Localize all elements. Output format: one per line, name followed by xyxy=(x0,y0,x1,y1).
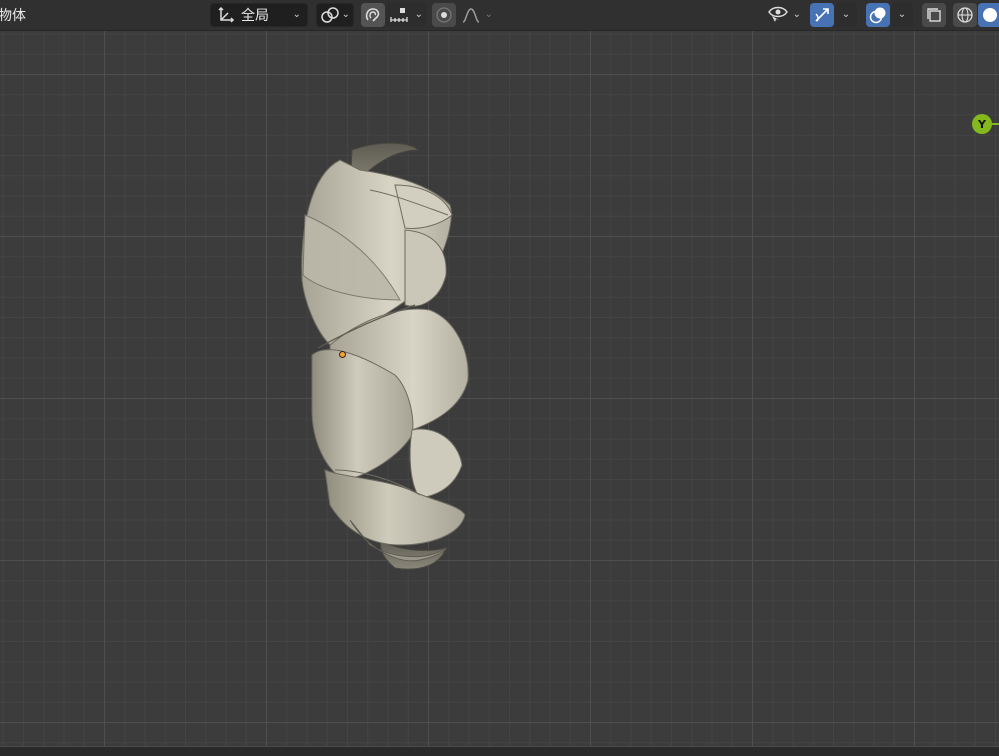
chevron-down-icon: ⌄ xyxy=(841,9,851,20)
proportional-edit-icon xyxy=(435,6,453,24)
wireframe-shading-button[interactable] xyxy=(953,3,977,27)
chevron-down-icon: ⌄ xyxy=(897,9,907,20)
gizmo-dropdown[interactable]: ⌄ xyxy=(835,3,857,27)
y-axis-label: Y xyxy=(978,117,986,131)
falloff-dropdown[interactable]: ⌄ xyxy=(458,3,496,27)
eye-visibility-icon xyxy=(767,6,789,24)
chevron-down-icon: ⌄ xyxy=(341,9,350,20)
y-axis-line xyxy=(991,123,999,125)
falloff-curve-icon xyxy=(461,6,481,24)
overlay-circles-icon xyxy=(869,6,887,24)
spiral-shell-object[interactable] xyxy=(0,30,999,755)
chevron-down-icon: ⌄ xyxy=(292,9,301,20)
overlay-toggle[interactable] xyxy=(866,3,890,27)
xray-toggle[interactable] xyxy=(922,3,946,27)
solid-shading-icon xyxy=(981,7,997,23)
mode-label[interactable]: 物体 xyxy=(0,3,26,27)
snap-magnet-icon xyxy=(364,6,382,24)
link-pivot-icon xyxy=(320,6,340,24)
gizmo-arrows-icon xyxy=(813,6,831,24)
transform-orientation-dropdown[interactable]: 全局 ⌄ xyxy=(210,3,308,27)
transform-orientation-value: 全局 xyxy=(241,8,269,24)
snap-increment-icon xyxy=(389,6,409,24)
3d-viewport[interactable]: Y xyxy=(0,30,999,755)
proportional-edit-toggle[interactable] xyxy=(432,3,456,27)
overlay-dropdown[interactable]: ⌄ xyxy=(891,3,913,27)
snap-toggle[interactable] xyxy=(361,3,385,27)
object-origin-dot xyxy=(339,351,346,358)
wireframe-shading-icon xyxy=(956,6,974,24)
xray-toggle-icon xyxy=(925,6,943,24)
chevron-down-icon: ⌄ xyxy=(792,9,801,20)
transform-orientation-icon xyxy=(217,6,235,24)
solid-shading-button[interactable] xyxy=(978,3,999,27)
pivot-point-dropdown[interactable]: ⌄ xyxy=(316,3,354,27)
gizmo-toggle[interactable] xyxy=(810,3,834,27)
y-axis-gizmo[interactable]: Y xyxy=(972,114,992,134)
snap-target-dropdown[interactable]: ⌄ xyxy=(386,3,426,27)
chevron-down-icon: ⌄ xyxy=(414,9,423,20)
visibility-dropdown[interactable]: ⌄ xyxy=(764,3,804,27)
viewport-header: 物体 全局 ⌄ ⌄ ⌄ ⌄ ⌄ ⌄ ⌄ xyxy=(0,0,999,31)
chevron-down-icon: ⌄ xyxy=(484,9,493,20)
